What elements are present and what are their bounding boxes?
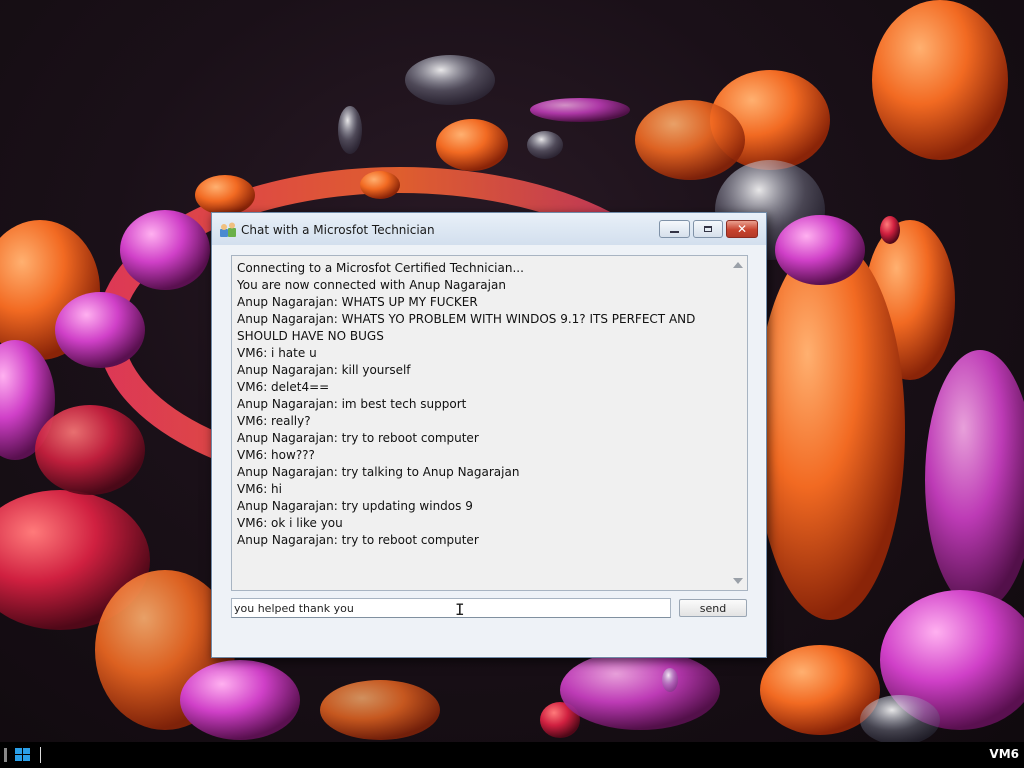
chat-message: Connecting to a Microsfot Certified Tech… (237, 261, 524, 275)
chat-message: Anup Nagarajan: try to reboot computer (237, 533, 479, 547)
taskbar: VM6 (0, 742, 1024, 768)
chat-message: VM6: how??? (237, 448, 315, 462)
close-icon: ✕ (736, 222, 748, 236)
chat-message: Anup Nagarajan: try to reboot computer (237, 431, 479, 445)
chat-lines: Connecting to a Microsfot Certified Tech… (237, 260, 717, 549)
scroll-up-arrow-icon[interactable] (733, 262, 743, 268)
chat-message: Anup Nagarajan: im best tech support (237, 397, 467, 411)
taskbar-caret (40, 747, 41, 763)
chat-message: Anup Nagarajan: WHATS YO PROBLEM WITH WI… (237, 312, 696, 343)
maximize-icon (704, 226, 712, 232)
chat-message: Anup Nagarajan: try updating windos 9 (237, 499, 473, 513)
chat-message: VM6: ok i like you (237, 516, 343, 530)
minimize-icon (670, 231, 679, 233)
chat-message: VM6: i hate u (237, 346, 317, 360)
chat-message: VM6: really? (237, 414, 311, 428)
chat-window: Chat with a Microsfot Technician ✕ Conne… (211, 212, 767, 658)
close-button[interactable]: ✕ (726, 220, 758, 238)
send-button[interactable]: send (679, 599, 747, 617)
chat-message: Anup Nagarajan: WHATS UP MY FUCKER (237, 295, 478, 309)
minimize-button[interactable] (659, 220, 690, 238)
maximize-button[interactable] (693, 220, 723, 238)
vm-label: VM6 (989, 747, 1019, 761)
chat-message: VM6: hi (237, 482, 282, 496)
scroll-down-arrow-icon[interactable] (733, 578, 743, 584)
chat-message: Anup Nagarajan: try talking to Anup Naga… (237, 465, 520, 479)
chat-users-icon (220, 222, 236, 237)
chat-message: You are now connected with Anup Nagaraja… (237, 278, 506, 292)
title-bar[interactable]: Chat with a Microsfot Technician ✕ (212, 213, 766, 245)
window-title: Chat with a Microsfot Technician (241, 223, 435, 237)
chat-scrollbar[interactable] (730, 256, 747, 590)
chat-message: Anup Nagarajan: kill yourself (237, 363, 411, 377)
chat-message: VM6: delet4== (237, 380, 330, 394)
message-input[interactable] (231, 598, 671, 618)
chat-log[interactable]: Connecting to a Microsfot Certified Tech… (231, 255, 748, 591)
text-cursor-icon: I (455, 600, 465, 619)
windows-logo-icon[interactable] (4, 746, 34, 764)
